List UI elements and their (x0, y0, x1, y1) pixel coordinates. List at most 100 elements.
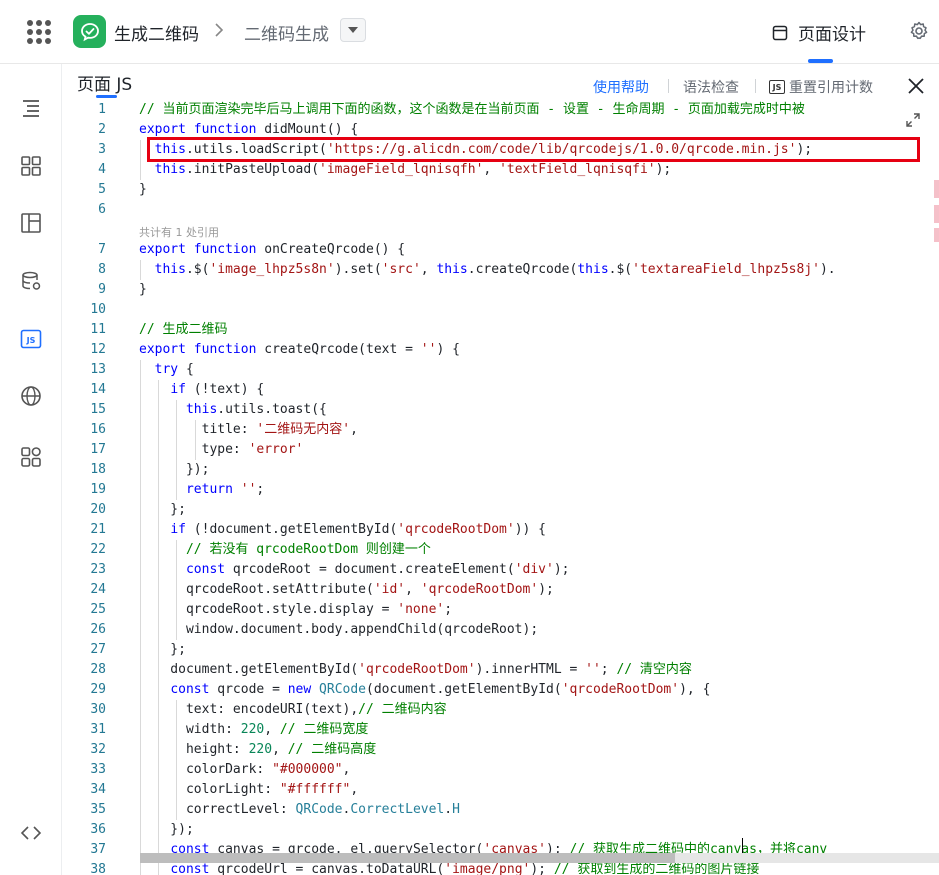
code-text: try { (154, 362, 194, 377)
code-line[interactable]: 34 colorLight: "#ffffff", (62, 780, 939, 800)
line-number: 21 (90, 522, 106, 537)
horizontal-scrollbar-thumb[interactable] (140, 853, 675, 863)
app-title[interactable]: 生成二维码 (114, 20, 199, 45)
code-line[interactable]: 10 (62, 300, 939, 320)
code-line[interactable]: 1 // 当前页面渲染完毕后马上调用下面的函数，这个函数是在当前页面 - 设置 -… (62, 100, 939, 120)
sidebar-item-js[interactable]: JS (17, 325, 45, 353)
code-line[interactable]: 26 window.document.body.appendChild(qrco… (62, 620, 939, 640)
code-line[interactable]: 29 const qrcode = new QRCode(document.ge… (62, 680, 939, 700)
outline-tree-icon (23, 100, 39, 117)
code-line[interactable]: 20 }; (62, 500, 939, 520)
sidebar-item-components[interactable] (17, 152, 45, 180)
apps-grid-icon[interactable] (27, 20, 51, 44)
sidebar-item-plugins[interactable] (17, 443, 45, 471)
code-line[interactable]: 16 title: '二维码无内容', (62, 420, 939, 440)
line-number: 38 (90, 862, 106, 875)
reset-reference-count-button[interactable]: JS 重置引用计数 (769, 77, 873, 97)
code-text: colorDark: "#000000", (139, 762, 351, 777)
line-number: 5 (98, 182, 106, 197)
expand-icon[interactable] (905, 112, 921, 132)
active-tab-indicator (808, 59, 833, 63)
line-number: 12 (90, 342, 106, 357)
code-text: text: encodeURI(text),// 二维码内容 (139, 702, 447, 717)
help-link[interactable]: 使用帮助 (593, 77, 649, 97)
code-line[interactable]: 13 try { (62, 360, 939, 380)
indent-guide (194, 420, 196, 460)
code-line[interactable]: 35 correctLevel: QRCode.CorrectLevel.H (62, 800, 939, 820)
app-logo-icon (73, 15, 106, 48)
line-number: 13 (90, 362, 106, 377)
line-number: 25 (90, 602, 106, 617)
code-text: correctLevel: QRCode.CorrectLevel.H (139, 802, 460, 817)
indent-guide (140, 260, 141, 280)
code-line[interactable]: 7 export function onCreateQrcode() { (62, 240, 939, 260)
code-line[interactable]: 9} (62, 280, 939, 300)
line-number: 22 (90, 542, 106, 557)
code-text: width: 220, // 二维码宽度 (139, 722, 369, 737)
code-editor[interactable]: 1 // 当前页面渲染完毕后马上调用下面的函数，这个函数是在当前页面 - 设置 -… (62, 98, 939, 875)
code-text: const qrcodeRoot = document.createElemen… (185, 562, 570, 577)
code-line[interactable]: 18 }); (62, 460, 939, 480)
code-line[interactable]: 23 const qrcodeRoot = document.createEle… (62, 560, 939, 580)
code-line[interactable]: 15 this.utils.toast({ (62, 400, 939, 420)
layout-panels-icon (21, 213, 41, 233)
code-text: this.initPasteUpload('imageField_lqnisqf… (154, 162, 672, 177)
line-number: 6 (98, 202, 106, 217)
line-number: 30 (90, 702, 106, 717)
line-number: 28 (90, 662, 106, 677)
code-line[interactable]: 4 this.initPasteUpload('imageField_lqnis… (62, 160, 939, 180)
overview-ruler-mark (934, 205, 939, 223)
gear-icon[interactable] (908, 20, 930, 46)
code-line[interactable]: 27 }; (62, 640, 939, 660)
code-line[interactable]: 8 this.$('image_lhpz5s8n').set('src', th… (62, 260, 939, 280)
code-line[interactable]: 21 if (!document.getElementById('qrcodeR… (62, 520, 939, 540)
code-text: }); (139, 822, 194, 837)
line-number: 15 (90, 402, 106, 417)
syntax-check-button[interactable]: 语法检查 (683, 77, 739, 97)
code-line[interactable]: 31 width: 220, // 二维码宽度 (62, 720, 939, 740)
code-line[interactable]: 14 if (!text) { (62, 380, 939, 400)
globe-icon (21, 386, 41, 406)
sidebar-item-source-code[interactable] (17, 819, 45, 847)
code-line[interactable]: 24 qrcodeRoot.setAttribute('id', 'qrcode… (62, 580, 939, 600)
divider (755, 79, 756, 93)
line-number: 9 (98, 282, 106, 297)
code-brackets-icon (20, 826, 42, 840)
code-line[interactable]: 30 text: encodeURI(text),// 二维码内容 (62, 700, 939, 720)
code-line[interactable]: 17 type: 'error' (62, 440, 939, 460)
reference-count-hint[interactable]: 共计有 1 处引用 (139, 224, 219, 240)
indent-guide (176, 540, 178, 640)
code-text: type: 'error' (201, 442, 304, 457)
code-line[interactable]: 25 qrcodeRoot.style.display = 'none'; (62, 600, 939, 620)
sidebar-item-layout[interactable] (17, 209, 45, 237)
top-bar: 生成二维码 二维码生成 页面设计 (0, 0, 939, 64)
line-number: 8 (98, 262, 106, 277)
close-icon[interactable] (906, 76, 926, 100)
code-line[interactable]: 28 document.getElementById('qrcodeRootDo… (62, 660, 939, 680)
code-line[interactable]: 36 }); (62, 820, 939, 840)
code-text: }; (139, 642, 186, 657)
left-sidebar: JS (0, 64, 62, 875)
code-line[interactable]: 11 // 生成二维码 (62, 320, 939, 340)
divider (668, 79, 669, 93)
page-name[interactable]: 二维码生成 (244, 20, 329, 45)
browser-window-icon (772, 25, 788, 40)
code-text: height: 220, // 二维码高度 (139, 742, 377, 757)
line-number: 27 (90, 642, 106, 657)
code-line[interactable]: 6 (62, 200, 939, 220)
code-line[interactable]: 33 colorDark: "#000000", (62, 760, 939, 780)
code-line[interactable]: 19 return ''; (62, 480, 939, 500)
sidebar-item-i18n[interactable] (17, 382, 45, 410)
code-line[interactable]: 32 height: 220, // 二维码高度 (62, 740, 939, 760)
tab-page-design[interactable]: 页面设计 (772, 20, 866, 45)
code-text: title: '二维码无内容', (139, 422, 358, 437)
plugins-icon (21, 447, 41, 467)
sidebar-item-datasource[interactable] (17, 267, 45, 295)
code-line[interactable]: 12 export function createQrcode(text = ''… (62, 340, 939, 360)
code-line[interactable]: 5} (62, 180, 939, 200)
code-text: qrcodeRoot.style.display = 'none'; (139, 602, 453, 617)
page-dropdown-button[interactable] (340, 18, 366, 42)
indent-guide (176, 700, 178, 820)
code-line[interactable]: 22 // 若没有 qrcodeRootDom 则创建一个 (62, 540, 939, 560)
sidebar-item-outline[interactable] (17, 94, 45, 122)
